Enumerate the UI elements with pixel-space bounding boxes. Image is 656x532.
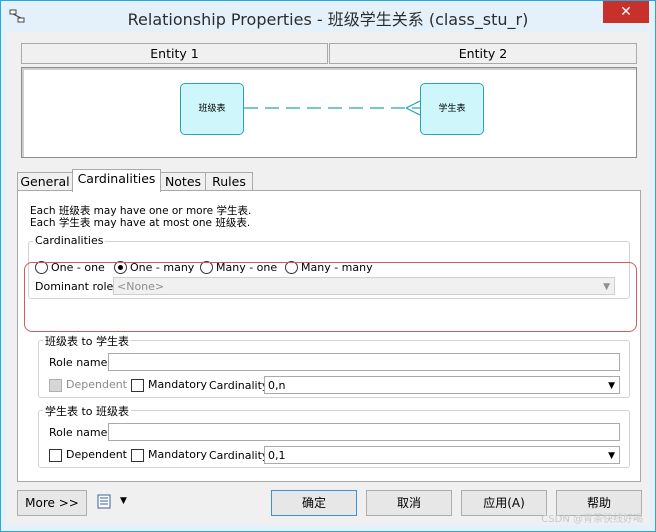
role1-group: 班级表 to 学生表 Role name: Dependent Mandator… [38,333,630,398]
role2-role-name-input[interactable] [108,423,620,441]
role1-role-name-label: Role name: [49,356,112,369]
role2-role-name-label: Role name: [49,426,112,439]
close-button[interactable]: ✕ [603,1,649,23]
cardinalities-highlight-annotation [24,262,637,332]
role2-group-label: 学生表 to 班级表 [43,403,132,419]
chevron-down-icon: ▼ [608,451,615,461]
role1-role-name-input[interactable] [108,353,620,371]
tool-menu-dropdown-icon[interactable]: ▼ [120,496,127,506]
role2-cardinality-select[interactable]: 0,1 ▼ [264,446,620,464]
cardinalities-group-label: Cardinalities [33,234,106,247]
tab-notes[interactable]: Notes [160,172,206,191]
entity2-box[interactable]: 学生表 [420,83,484,135]
relationship-properties-window: Relationship Properties - 班级学生关系 (class_… [0,0,656,532]
role2-mandatory-label: Mandatory [148,448,208,461]
role2-group: 学生表 to 班级表 Role name: Dependent Mandator… [38,403,630,468]
role2-dependent-checkbox[interactable] [49,449,62,462]
role1-mandatory-checkbox[interactable] [131,379,144,392]
role2-cardinality-value: 0,1 [268,449,286,462]
tab-rules[interactable]: Rules [205,172,253,191]
role2-mandatory-checkbox[interactable] [131,449,144,462]
cancel-button[interactable]: 取消 [366,490,452,516]
role1-cardinality-label: Cardinality: [209,379,272,392]
cardinalities-panel: Each 班级表 may have one or more 学生表. Each … [17,190,641,482]
description-line-2: Each 学生表 may have at most one 班级表. [30,217,251,229]
ok-button[interactable]: 确定 [271,490,357,516]
more-button[interactable]: More >> [17,490,87,516]
relationship-diagram: 班级表 学生表 [21,67,637,158]
entity1-header[interactable]: Entity 1 [21,43,328,64]
apply-button[interactable]: 应用(A) [461,490,547,516]
title-bar[interactable]: Relationship Properties - 班级学生关系 (class_… [1,1,655,32]
entity1-box[interactable]: 班级表 [180,83,244,135]
window-title: Relationship Properties - 班级学生关系 (class_… [127,10,529,29]
role2-dependent-label: Dependent [66,448,127,461]
role1-cardinality-value: 0,n [268,379,286,392]
entity2-header[interactable]: Entity 2 [329,43,637,64]
tab-general[interactable]: General [17,172,73,191]
role1-mandatory-label: Mandatory [148,378,208,391]
role1-cardinality-select[interactable]: 0,n ▼ [264,376,620,394]
role1-dependent-label: Dependent [66,378,127,391]
document-properties-icon[interactable] [97,494,111,509]
role2-cardinality-label: Cardinality: [209,449,272,462]
chevron-down-icon: ▼ [608,381,615,391]
dialog-body: Entity 1 Entity 2 班级表 学生表 General Cardin… [7,32,649,525]
close-icon: ✕ [620,4,632,20]
relationship-link [244,100,421,116]
tab-cardinalities[interactable]: Cardinalities [72,169,161,192]
watermark-text: CSDN @青茶快线好喝 [541,514,643,525]
role1-group-label: 班级表 to 学生表 [43,333,132,349]
role1-dependent-checkbox[interactable] [49,379,62,392]
